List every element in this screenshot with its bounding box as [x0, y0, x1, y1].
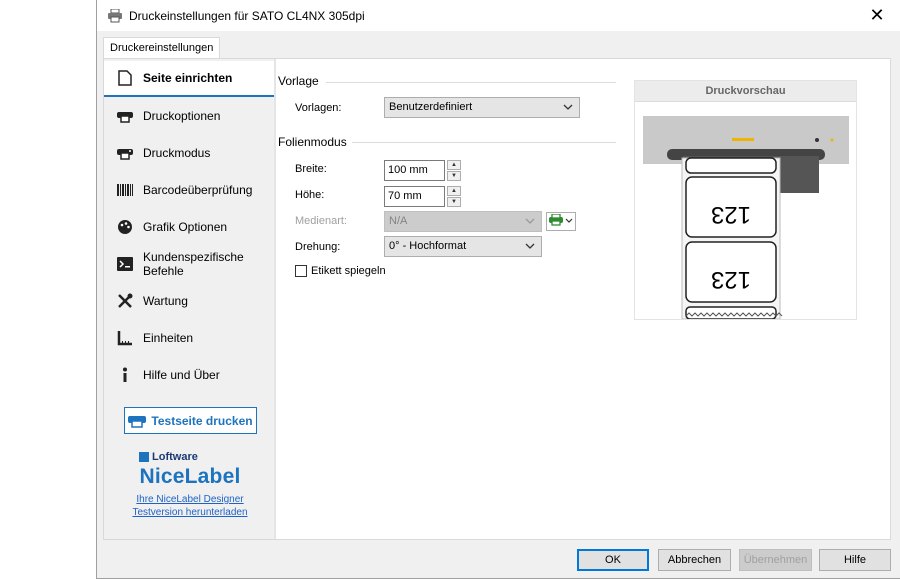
tab-panel: Seite einrichten Druckoptionen Druckmodu… [103, 58, 891, 540]
print-test-page-button[interactable]: Testseite drucken [124, 407, 257, 434]
breite-label: Breite: [295, 163, 327, 175]
sidebar-item-label: Druckmodus [143, 146, 211, 160]
hoehe-input[interactable]: 70 mm [384, 186, 445, 207]
link-line-1: Ihre NiceLabel Designer [136, 494, 244, 505]
printer-mode-icon [116, 144, 134, 162]
window-title: Druckeinstellungen für SATO CL4NX 305dpi [129, 8, 365, 23]
drehung-label: Drehung: [295, 241, 341, 253]
nicelabel-trial-link[interactable]: Ihre NiceLabel Designer Testversion heru… [104, 493, 276, 519]
page-icon [116, 69, 134, 87]
vorlagen-label: Vorlagen: [295, 102, 342, 114]
printer-icon [549, 213, 565, 229]
terminal-icon [116, 255, 134, 273]
hoehe-label: Höhe: [295, 189, 325, 201]
drehung-value: 0° - Hochformat [389, 240, 467, 252]
etikett-spiegeln-checkbox[interactable] [295, 265, 307, 277]
label-text-2: 123 [711, 266, 751, 293]
preview-canvas: 123 123 [643, 116, 849, 320]
sidebar-item-label: Druckoptionen [143, 109, 221, 123]
tab-strip: Druckereinstellungen [97, 31, 900, 59]
ok-button[interactable]: OK [577, 549, 649, 571]
barcode-icon [116, 181, 134, 199]
printer-icon [128, 413, 147, 428]
printer-led [830, 138, 834, 142]
vorlagen-select[interactable]: Benutzerdefiniert [384, 97, 580, 118]
breite-spin-up[interactable]: ▲ [447, 160, 461, 170]
section-vorlage-title: Vorlage [278, 74, 319, 88]
section-folienmodus-title: Folienmodus [278, 135, 347, 149]
breite-input[interactable]: 100 mm [384, 160, 445, 181]
sidebar-item-label: Seite einrichten [143, 71, 233, 85]
chevron-down-icon [525, 212, 535, 238]
page-setup-content: Vorlage Vorlagen: Benutzerdefiniert Foli… [278, 59, 890, 539]
section-divider [352, 142, 616, 143]
close-button[interactable]: ✕ [854, 0, 900, 31]
breite-spin-down[interactable]: ▼ [447, 171, 461, 181]
test-button-label: Testseite drucken [151, 413, 253, 428]
label-partial-top [685, 157, 777, 174]
indicator-light [732, 138, 754, 141]
loftware-logo-icon [139, 452, 149, 462]
printer-button [815, 138, 819, 142]
sidebar-item-kundenspezifische-befehle[interactable]: Kundenspezifische Befehle [104, 246, 274, 282]
drehung-select[interactable]: 0° - Hochformat [384, 236, 542, 257]
sidebar-item-label: Grafik Optionen [143, 220, 228, 234]
hoehe-spin-up[interactable]: ▲ [447, 186, 461, 196]
section-divider [326, 82, 616, 83]
printer-settings-dropdown[interactable] [546, 212, 576, 231]
palette-icon [116, 218, 134, 236]
printer-icon [107, 8, 123, 24]
print-settings-dialog: Druckeinstellungen für SATO CL4NX 305dpi… [96, 0, 900, 579]
medienart-label: Medienart: [295, 215, 347, 227]
sidebar-item-barcodeueberpruefung[interactable]: Barcodeüberprüfung [104, 172, 274, 208]
sidebar: Seite einrichten Druckoptionen Druckmodu… [104, 59, 276, 539]
nicelabel-logo: NiceLabel [139, 465, 241, 488]
sidebar-item-seite-einrichten[interactable]: Seite einrichten [104, 61, 274, 97]
sidebar-item-label: Barcodeüberprüfung [143, 183, 253, 197]
tab-druckereinstellungen[interactable]: Druckereinstellungen [103, 37, 221, 59]
loftware-name: Loftware [152, 451, 198, 463]
ruler-icon [116, 329, 134, 347]
sidebar-item-label: Kundenspezifische Befehle [143, 250, 244, 278]
sidebar-item-wartung[interactable]: Wartung [104, 283, 274, 319]
preview-title: Druckvorschau [635, 81, 856, 102]
printer-icon [116, 107, 134, 125]
hoehe-spin-down[interactable]: ▼ [447, 197, 461, 207]
cancel-button[interactable]: Abbrechen [658, 549, 731, 571]
sidebar-item-label: Einheiten [143, 331, 194, 345]
etikett-spiegeln-label: Etikett spiegeln [311, 265, 386, 277]
link-line-2: Testversion herunterladen [132, 507, 248, 518]
sidebar-item-label: Hilfe und Über [143, 368, 220, 382]
sidebar-item-einheiten[interactable]: Einheiten [104, 320, 274, 356]
tools-icon [116, 292, 134, 310]
loftware-logo: Loftware [139, 451, 276, 463]
chevron-down-icon [565, 215, 573, 229]
medienart-value: N/A [389, 215, 408, 227]
vorlagen-value: Benutzerdefiniert [389, 101, 473, 113]
print-preview: Druckvorschau 123 123 [634, 80, 857, 320]
chevron-down-icon [525, 237, 535, 263]
sidebar-item-label: Wartung [143, 294, 188, 308]
medienart-select[interactable]: N/A [384, 211, 542, 232]
brand-block: Loftware NiceLabel Ihre NiceLabel Design… [104, 451, 276, 519]
label-text-1: 123 [711, 201, 751, 228]
info-icon [116, 366, 134, 384]
chevron-down-icon [563, 98, 573, 124]
sidebar-item-druckmodus[interactable]: Druckmodus [104, 135, 274, 171]
sidebar-item-grafik-optionen[interactable]: Grafik Optionen [104, 209, 274, 245]
help-button[interactable]: Hilfe [819, 549, 891, 571]
sidebar-item-druckoptionen[interactable]: Druckoptionen [104, 98, 274, 134]
title-bar: Druckeinstellungen für SATO CL4NX 305dpi… [97, 0, 900, 31]
sidebar-item-hilfe-und-ueber[interactable]: Hilfe und Über [104, 357, 274, 393]
apply-button[interactable]: Übernehmen [739, 549, 812, 571]
